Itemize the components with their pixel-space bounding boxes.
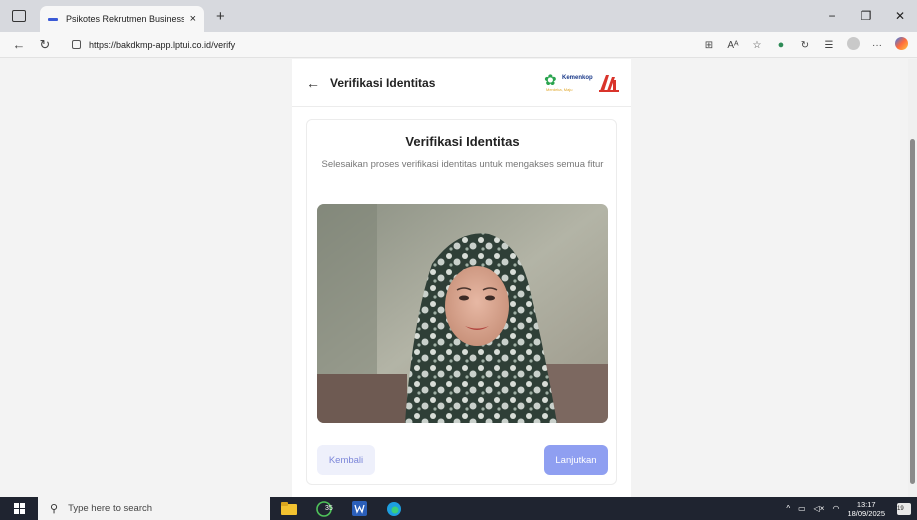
taskbar-clock[interactable]: 13:17 18/09/2025	[847, 500, 885, 518]
camera-preview	[317, 204, 608, 423]
tab-close-icon[interactable]: ×	[190, 13, 196, 25]
edge-icon[interactable]	[378, 497, 410, 520]
lptui-logo-icon	[599, 75, 619, 92]
tray-expand-icon[interactable]: ^	[786, 504, 790, 513]
start-button[interactable]	[0, 497, 38, 520]
whatsapp-icon[interactable]: 35	[308, 497, 340, 520]
url-text: https://bakdkmp-app.lptui.co.id/verify	[89, 39, 236, 50]
kemenkop-logo-text: Kemenkop	[562, 75, 593, 81]
favorite-star-icon[interactable]: ☆	[745, 40, 769, 51]
browser-toolbar: ⊞ Aᴬ ☆ ● ↻ ☰ ···	[697, 32, 913, 58]
back-button[interactable]: ←	[12, 37, 26, 52]
lock-icon[interactable]	[72, 40, 81, 49]
continue-button-lanjutkan[interactable]: Lanjutkan	[544, 445, 608, 475]
close-window-button[interactable]: ✕	[883, 9, 917, 23]
app-header: ← Verifikasi Identitas ✿ Kemenkop Merdek…	[292, 59, 631, 107]
profile-avatar[interactable]	[841, 37, 865, 53]
minimize-button[interactable]: −	[815, 9, 849, 23]
extension-icon[interactable]: ●	[769, 39, 793, 51]
browser-tab-bar: Psikotes Rekrutmen Business Ass × + − ❐ …	[0, 0, 917, 32]
system-tray: ^ ▭ ◁× ◠ 13:17 18/09/2025 19	[786, 497, 917, 520]
more-menu-icon[interactable]: ···	[865, 40, 889, 51]
taskbar-search-placeholder: Type here to search	[68, 503, 153, 514]
card-title: Verifikasi Identitas	[405, 134, 520, 149]
windows-taskbar: ⚲ Type here to search 35 ^ ▭ ◁× ◠ 13:17 …	[0, 497, 917, 520]
browser-tab[interactable]: Psikotes Rekrutmen Business Ass ×	[40, 6, 204, 32]
new-tab-button[interactable]: +	[216, 8, 225, 25]
url-field[interactable]: https://bakdkmp-app.lptui.co.id/verify	[64, 34, 704, 55]
page-scrollbar[interactable]	[908, 59, 917, 497]
whatsapp-badge: 35	[325, 505, 333, 512]
tab-title: Psikotes Rekrutmen Business Ass	[66, 14, 184, 24]
window-controls: − ❐ ✕	[815, 0, 917, 32]
search-icon: ⚲	[50, 503, 59, 515]
notification-count: 19	[897, 505, 904, 512]
app-container: ← Verifikasi Identitas ✿ Kemenkop Merdek…	[292, 59, 631, 497]
volume-icon[interactable]: ◁×	[814, 504, 825, 513]
battery-icon[interactable]: ▭	[798, 504, 806, 513]
windows-logo-icon	[13, 503, 25, 514]
word-icon[interactable]	[343, 497, 375, 520]
notification-center-icon[interactable]: 19	[897, 502, 911, 515]
back-button-kembali[interactable]: Kembali	[317, 445, 375, 475]
restore-button[interactable]: ❐	[849, 9, 883, 23]
clock-date: 18/09/2025	[847, 508, 885, 518]
address-bar: ← ↻ https://bakdkmp-app.lptui.co.id/veri…	[0, 32, 917, 58]
wifi-icon[interactable]: ◠	[832, 504, 839, 513]
tab-favicon-icon	[48, 17, 58, 21]
card-subtitle: Selesaikan proses verifikasi identitas u…	[321, 159, 604, 170]
favorites-icon[interactable]: ☰	[817, 40, 841, 51]
header-back-icon[interactable]: ←	[306, 75, 320, 91]
refresh-extension-icon[interactable]: ↻	[793, 40, 817, 51]
read-aloud-icon[interactable]: Aᴬ	[721, 40, 745, 51]
reader-view-icon[interactable]: ⊞	[697, 40, 721, 51]
copilot-icon[interactable]	[889, 37, 913, 53]
verification-card: Verifikasi Identitas Selesaikan proses v…	[306, 119, 617, 485]
header-title: Verifikasi Identitas	[330, 75, 436, 90]
scrollbar-thumb[interactable]	[910, 139, 915, 484]
taskbar-search-box[interactable]: ⚲ Type here to search	[38, 497, 270, 520]
reload-button[interactable]: ↻	[38, 37, 52, 53]
kemenkop-logo-tagline: Merdeka, Maju	[546, 87, 573, 92]
file-explorer-icon[interactable]	[273, 497, 305, 520]
clock-time: 13:17	[856, 499, 876, 509]
kemenkop-logo: ✿ Kemenkop Merdeka, Maju	[544, 71, 596, 95]
tab-actions-icon[interactable]	[12, 10, 26, 22]
